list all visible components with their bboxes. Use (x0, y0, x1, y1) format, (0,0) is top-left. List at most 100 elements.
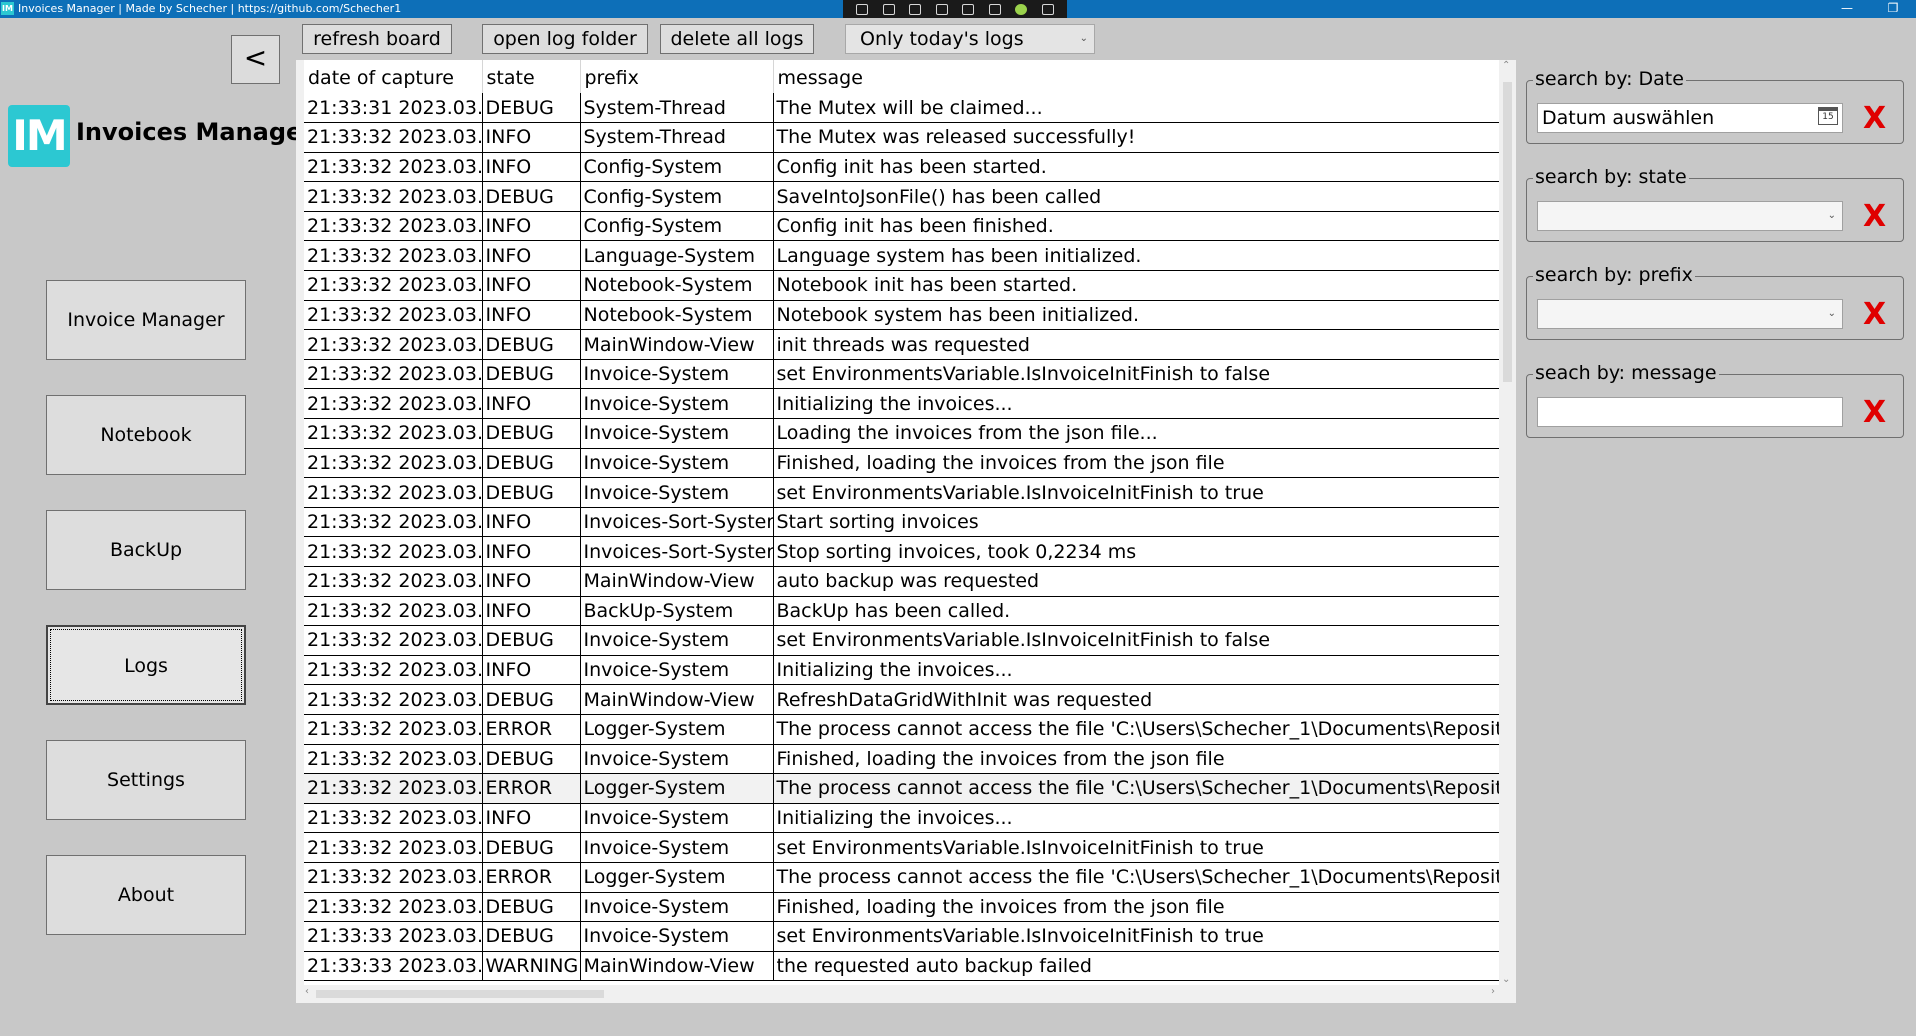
cell-message: Initializing the invoices... (773, 388, 1499, 420)
table-row[interactable]: 21:33:32 2023.03.23INFOInvoices-Sort-Sys… (304, 536, 1499, 567)
table-row[interactable]: 21:33:32 2023.03.23DEBUGInvoice-Systemse… (304, 359, 1499, 390)
cell-state: WARNING (482, 951, 581, 982)
cell-state: INFO (482, 388, 581, 420)
table-row[interactable]: 21:33:32 2023.03.23ERRORLogger-SystemThe… (304, 714, 1499, 745)
table-header: date of capture state prefix message (304, 60, 1499, 93)
table-row[interactable]: 21:33:33 2023.03.23DEBUGInvoice-Systemse… (304, 921, 1499, 952)
nav-invoice-manager[interactable]: Invoice Manager (46, 280, 246, 360)
table-row[interactable]: 21:33:33 2023.03.23WARNINGMainWindow-Vie… (304, 951, 1499, 982)
nav-about[interactable]: About (46, 855, 246, 935)
table-row[interactable]: 21:33:32 2023.03.23INFOBackUp-SystemBack… (304, 596, 1499, 627)
table-row[interactable]: 21:33:32 2023.03.23DEBUGMainWindow-ViewR… (304, 684, 1499, 715)
table-row[interactable]: 21:33:32 2023.03.23INFOInvoice-SystemIni… (304, 655, 1499, 686)
back-button[interactable]: < (231, 35, 280, 84)
nav-backup[interactable]: BackUp (46, 510, 246, 590)
column-header-date[interactable]: date of capture (304, 60, 483, 93)
table-row[interactable]: 21:33:32 2023.03.23INFOConfig-SystemConf… (304, 152, 1499, 183)
table-row[interactable]: 21:33:32 2023.03.23INFOSystem-ThreadThe … (304, 122, 1499, 153)
filter-prefix-group: search by: prefix ⌄ X (1526, 264, 1904, 340)
restore-button[interactable]: ❐ (1870, 0, 1916, 18)
scroll-up-icon[interactable]: ⌃ (1502, 60, 1510, 71)
nav-notebook[interactable]: Notebook (46, 395, 246, 475)
table-row[interactable]: 21:33:32 2023.03.23INFOConfig-SystemConf… (304, 211, 1499, 242)
cell-date: 21:33:32 2023.03.23 (304, 359, 483, 390)
window-capture-icon[interactable] (935, 3, 948, 15)
table-row[interactable]: 21:33:32 2023.03.23INFOInvoices-Sort-Sys… (304, 507, 1499, 538)
clear-message-button[interactable]: X (1863, 395, 1886, 430)
camera-icon[interactable] (882, 3, 895, 15)
table-row[interactable]: 21:33:32 2023.03.23DEBUGInvoice-Systemse… (304, 832, 1499, 863)
table-row[interactable]: 21:33:32 2023.03.23DEBUGInvoice-SystemFi… (304, 892, 1499, 923)
column-header-state[interactable]: state (482, 60, 581, 93)
check-icon[interactable] (1015, 3, 1028, 15)
state-select[interactable]: ⌄ (1537, 201, 1843, 231)
cell-message: The Mutex was released successfully! (773, 122, 1499, 153)
delete-all-logs-button[interactable]: delete all logs (660, 24, 814, 54)
clear-date-button[interactable]: X (1863, 101, 1886, 136)
table-row[interactable]: 21:33:32 2023.03.23INFOInvoice-SystemIni… (304, 388, 1499, 420)
table-row[interactable]: 21:33:32 2023.03.23ERRORLogger-SystemThe… (304, 773, 1499, 804)
cell-prefix: Invoice-System (580, 418, 774, 449)
table-row[interactable]: 21:33:32 2023.03.23INFONotebook-SystemNo… (304, 300, 1499, 331)
table-row[interactable]: 21:33:32 2023.03.23DEBUGMainWindow-Viewi… (304, 329, 1499, 360)
nav-logs[interactable]: Logs (46, 625, 246, 705)
region-capture-icon[interactable] (962, 3, 975, 15)
table-row[interactable]: 21:33:32 2023.03.23DEBUGInvoice-SystemLo… (304, 418, 1499, 449)
table-row[interactable]: 21:33:32 2023.03.23INFOMainWindow-Viewau… (304, 566, 1499, 597)
prefix-select[interactable]: ⌄ (1537, 299, 1843, 329)
refresh-board-button[interactable]: refresh board (302, 24, 452, 54)
cursor-icon[interactable] (909, 3, 922, 15)
table-row[interactable]: 21:33:32 2023.03.23ERRORLogger-SystemThe… (304, 862, 1499, 893)
scroll-down-icon[interactable]: ⌄ (1502, 974, 1510, 985)
calendar-icon[interactable]: 15 (1818, 107, 1838, 125)
cell-state: INFO (482, 536, 581, 567)
log-range-select[interactable]: Only today's logs ⌄ (845, 24, 1095, 54)
table-row[interactable]: 21:33:32 2023.03.23DEBUGInvoice-SystemFi… (304, 744, 1499, 775)
open-log-folder-button[interactable]: open log folder (482, 24, 648, 54)
cell-prefix: Invoice-System (580, 655, 774, 686)
horizontal-scroll-thumb[interactable] (316, 990, 604, 998)
column-header-message[interactable]: message (773, 60, 1499, 93)
column-header-prefix[interactable]: prefix (580, 60, 774, 93)
cell-message: Finished, loading the invoices from the … (773, 892, 1499, 923)
clear-prefix-button[interactable]: X (1863, 297, 1886, 332)
cell-prefix: Invoice-System (580, 892, 774, 923)
log-range-value: Only today's logs (860, 28, 1024, 50)
app-icon: IM (1, 2, 14, 15)
capture-tool-icon[interactable] (856, 3, 869, 15)
table-row[interactable]: 21:33:32 2023.03.23DEBUGConfig-SystemSav… (304, 181, 1499, 212)
horizontal-scrollbar[interactable]: ‹ › (304, 985, 1499, 1003)
minimize-button[interactable]: — (1824, 0, 1870, 18)
table-row[interactable]: 21:33:32 2023.03.23INFONotebook-SystemNo… (304, 270, 1499, 301)
table-row[interactable]: 21:33:32 2023.03.23DEBUGInvoice-Systemse… (304, 477, 1499, 508)
cell-prefix: Notebook-System (580, 300, 774, 331)
cell-date: 21:33:32 2023.03.23 (304, 240, 483, 272)
vertical-scrollbar[interactable]: ⌃ ⌄ (1499, 60, 1516, 985)
settings-icon[interactable] (988, 3, 1001, 15)
cell-state: DEBUG (482, 181, 581, 212)
nav-settings[interactable]: Settings (46, 740, 246, 820)
date-picker[interactable]: Datum auswählen 15 (1537, 103, 1843, 133)
cell-date: 21:33:32 2023.03.23 (304, 388, 483, 420)
table-row[interactable]: 21:33:32 2023.03.23INFOLanguage-SystemLa… (304, 240, 1499, 272)
cell-date: 21:33:32 2023.03.23 (304, 418, 483, 449)
scroll-right-icon[interactable]: › (1491, 986, 1495, 997)
vertical-scroll-thumb[interactable] (1503, 82, 1512, 382)
table-row[interactable]: 21:33:31 2023.03.23DEBUGSystem-ThreadThe… (304, 93, 1499, 124)
table-row[interactable]: 21:33:32 2023.03.23DEBUGInvoice-Systemse… (304, 625, 1499, 656)
cell-state: INFO (482, 507, 581, 538)
collapse-icon[interactable] (1041, 3, 1054, 15)
cell-date: 21:33:32 2023.03.23 (304, 122, 483, 153)
logs-grid[interactable]: date of capture state prefix message 21:… (296, 60, 1516, 1003)
cell-state: DEBUG (482, 921, 581, 952)
table-row[interactable]: 21:33:32 2023.03.23INFOInvoice-SystemIni… (304, 803, 1499, 834)
table-row[interactable]: 21:33:32 2023.03.23DEBUGInvoice-SystemFi… (304, 448, 1499, 479)
message-search-input[interactable] (1537, 397, 1843, 427)
scroll-left-icon[interactable]: ‹ (305, 986, 309, 997)
cell-prefix: Language-System (580, 240, 774, 272)
cell-state: DEBUG (482, 832, 581, 863)
cell-message: The Mutex will be claimed... (773, 93, 1499, 124)
capture-toolbar (843, 0, 1067, 18)
cell-prefix: Invoices-Sort-System (580, 536, 774, 567)
clear-state-button[interactable]: X (1863, 199, 1886, 234)
